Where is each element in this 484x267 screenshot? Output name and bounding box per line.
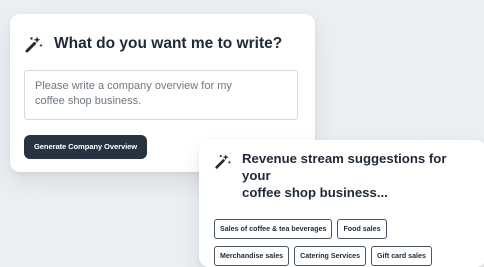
suggestion-chip[interactable]: Gift card sales	[371, 246, 432, 266]
suggestion-chip[interactable]: Food sales	[337, 219, 387, 239]
suggestion-chips-row-2: Merchandise sales Catering Services Gift…	[214, 246, 476, 266]
suggestion-chip[interactable]: Sales of coffee & tea beverages	[214, 219, 333, 239]
magic-wand-icon	[215, 154, 232, 169]
suggestion-chip[interactable]: Catering Services	[294, 246, 367, 266]
suggestions-title: Revenue stream suggestions for your coff…	[242, 151, 447, 200]
suggestion-chips-row-1: Sales of coffee & tea beverages Food sal…	[214, 219, 476, 239]
write-prompt-title: What do you want me to write?	[54, 35, 283, 52]
revenue-suggestions-card: Revenue stream suggestions for your coff…	[199, 140, 484, 267]
magic-wand-icon	[25, 36, 43, 53]
write-prompt-header: What do you want me to write?	[24, 34, 301, 54]
suggestion-chip[interactable]: Merchandise sales	[214, 246, 290, 266]
generate-company-overview-button[interactable]: Generate Company Overview	[24, 135, 148, 159]
suggestions-header: Revenue stream suggestions for your coff…	[214, 150, 476, 201]
prompt-textarea[interactable]: Please write a company overview for my c…	[24, 70, 298, 120]
